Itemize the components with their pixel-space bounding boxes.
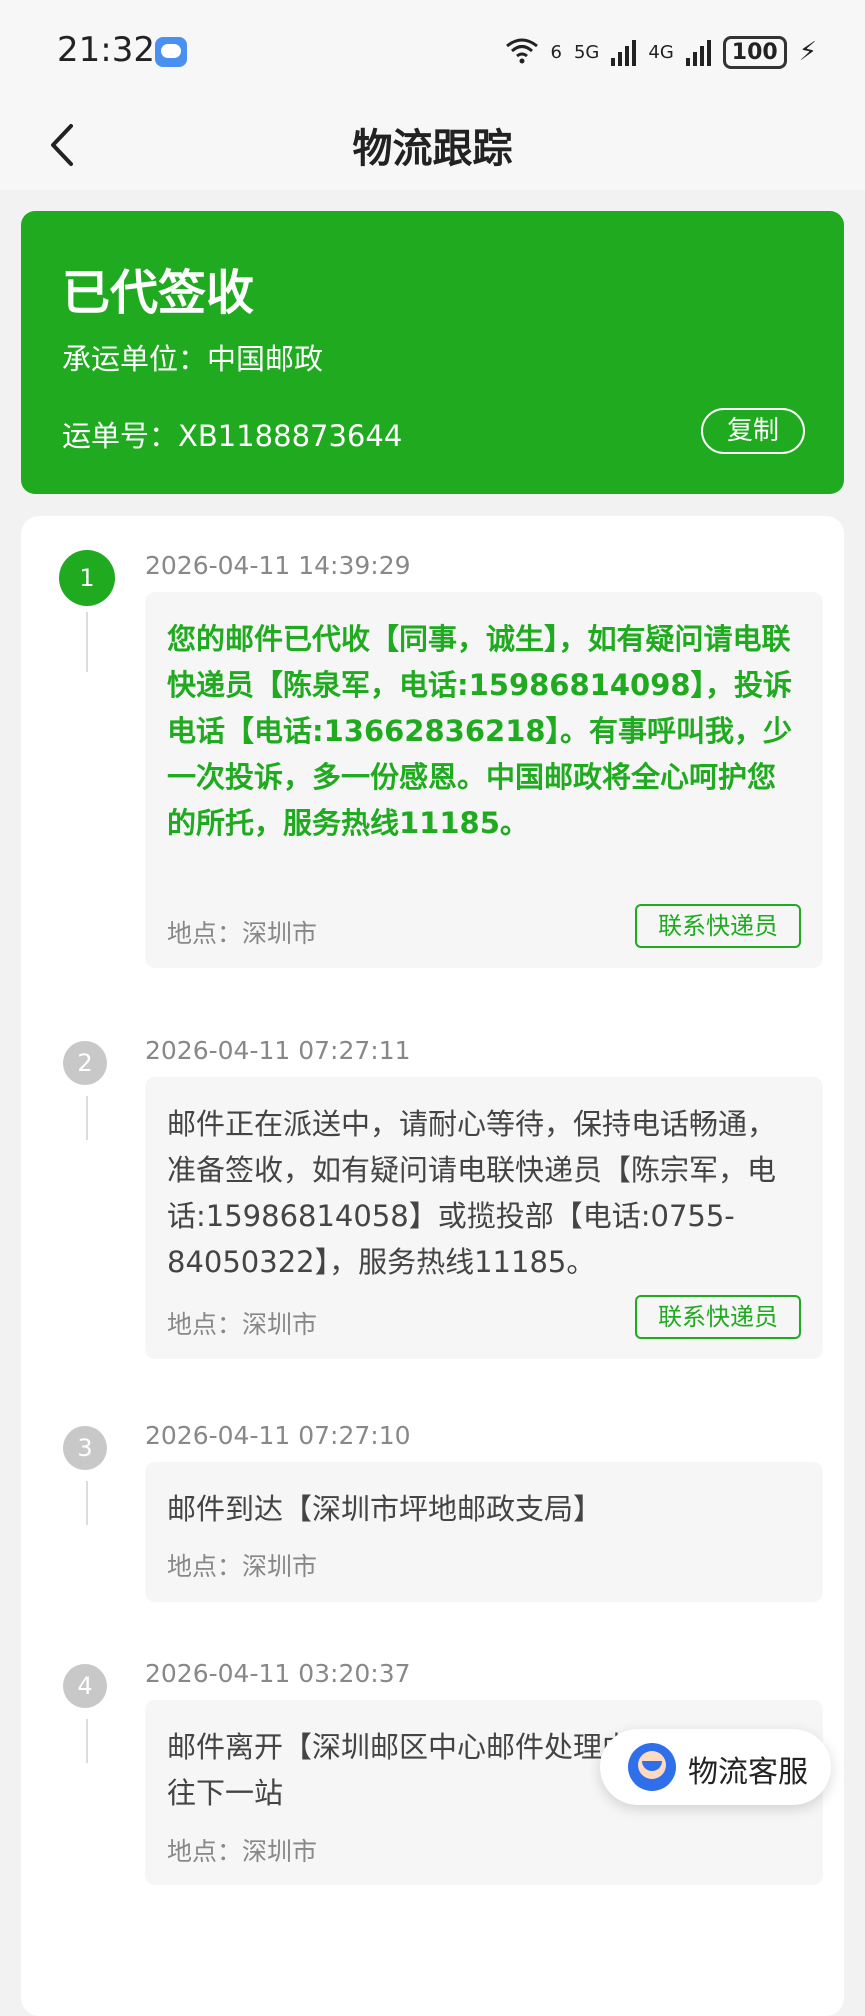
entry-time: 2026-04-11 07:27:10 bbox=[145, 1421, 411, 1450]
timeline-line bbox=[86, 1096, 88, 1140]
status-indicators: 6 5G 4G 100 ⚡ bbox=[505, 32, 817, 72]
timeline-line bbox=[86, 1719, 88, 1763]
network-label-wifi: 6 bbox=[550, 41, 562, 63]
message-notification-icon bbox=[155, 37, 187, 67]
entry-location: 地点：深圳市 bbox=[167, 1310, 318, 1339]
entry-location: 地点：深圳市 bbox=[167, 1837, 318, 1866]
entry-detail-box: 邮件到达【深圳市坪地邮政支局】 地点：深圳市 bbox=[145, 1462, 823, 1602]
timeline-line bbox=[86, 612, 88, 672]
step-number: 2 bbox=[63, 1041, 107, 1085]
signal-4g-icon bbox=[685, 38, 711, 66]
waybill-number: 运单号：XB1188873644 bbox=[62, 413, 402, 455]
status-time: 21:32 bbox=[57, 30, 155, 70]
entry-time: 2026-04-11 07:27:11 bbox=[145, 1036, 411, 1065]
waybill-prefix: 运单号：XB11 bbox=[62, 419, 255, 453]
network-label-5g: 5G bbox=[573, 41, 600, 63]
step-number: 1 bbox=[59, 550, 115, 606]
copy-button[interactable]: 复制 bbox=[701, 408, 805, 454]
customer-service-label: 物流客服 bbox=[688, 1755, 808, 1790]
customer-service-avatar-icon bbox=[628, 1743, 676, 1791]
contact-courier-button[interactable]: 联系快递员 bbox=[635, 1295, 801, 1339]
entry-location: 地点：深圳市 bbox=[167, 1552, 318, 1581]
delivery-status: 已代签收 bbox=[62, 265, 255, 321]
step-number: 4 bbox=[63, 1664, 107, 1708]
status-bar: 21:32 6 5G 4G 100 ⚡ bbox=[0, 0, 865, 100]
charging-icon: ⚡ bbox=[798, 37, 817, 67]
signal-5g-icon bbox=[611, 38, 637, 66]
battery-icon: 100 bbox=[722, 35, 787, 69]
timeline-line bbox=[86, 1481, 88, 1525]
customer-service-button[interactable]: 物流客服 bbox=[600, 1729, 831, 1805]
navigation-bar: 物流跟踪 bbox=[0, 100, 865, 190]
entry-time: 2026-04-11 03:20:37 bbox=[145, 1659, 411, 1688]
carrier-info: 承运单位：中国邮政 bbox=[62, 342, 324, 376]
wifi-icon bbox=[505, 36, 539, 69]
entry-description: 邮件到达【深圳市坪地邮政支局】 bbox=[167, 1492, 603, 1526]
page-title: 物流跟踪 bbox=[352, 126, 513, 172]
entry-time: 2026-04-11 14:39:29 bbox=[145, 551, 411, 580]
entry-description: 您的邮件已代收【同事，诚生】，如有疑问请电联快递员【陈泉军，电话:1598681… bbox=[167, 622, 793, 840]
delivery-summary-card: 已代签收 承运单位：中国邮政 运单号：XB1188873644 复制 bbox=[21, 211, 844, 494]
network-label-4g: 4G bbox=[648, 41, 674, 63]
step-number: 3 bbox=[63, 1426, 107, 1470]
entry-location: 地点：深圳市 bbox=[167, 919, 318, 948]
entry-description: 邮件正在派送中，请耐心等待，保持电话畅通，准备签收，如有疑问请电联快递员【陈宗军… bbox=[167, 1107, 777, 1279]
entry-detail-box: 您的邮件已代收【同事，诚生】，如有疑问请电联快递员【陈泉军，电话:1598681… bbox=[145, 592, 823, 968]
entry-detail-box: 邮件正在派送中，请耐心等待，保持电话畅通，准备签收，如有疑问请电联快递员【陈宗军… bbox=[145, 1077, 823, 1359]
contact-courier-button[interactable]: 联系快递员 bbox=[635, 904, 801, 948]
waybill-tail: 88873644 bbox=[254, 419, 403, 453]
